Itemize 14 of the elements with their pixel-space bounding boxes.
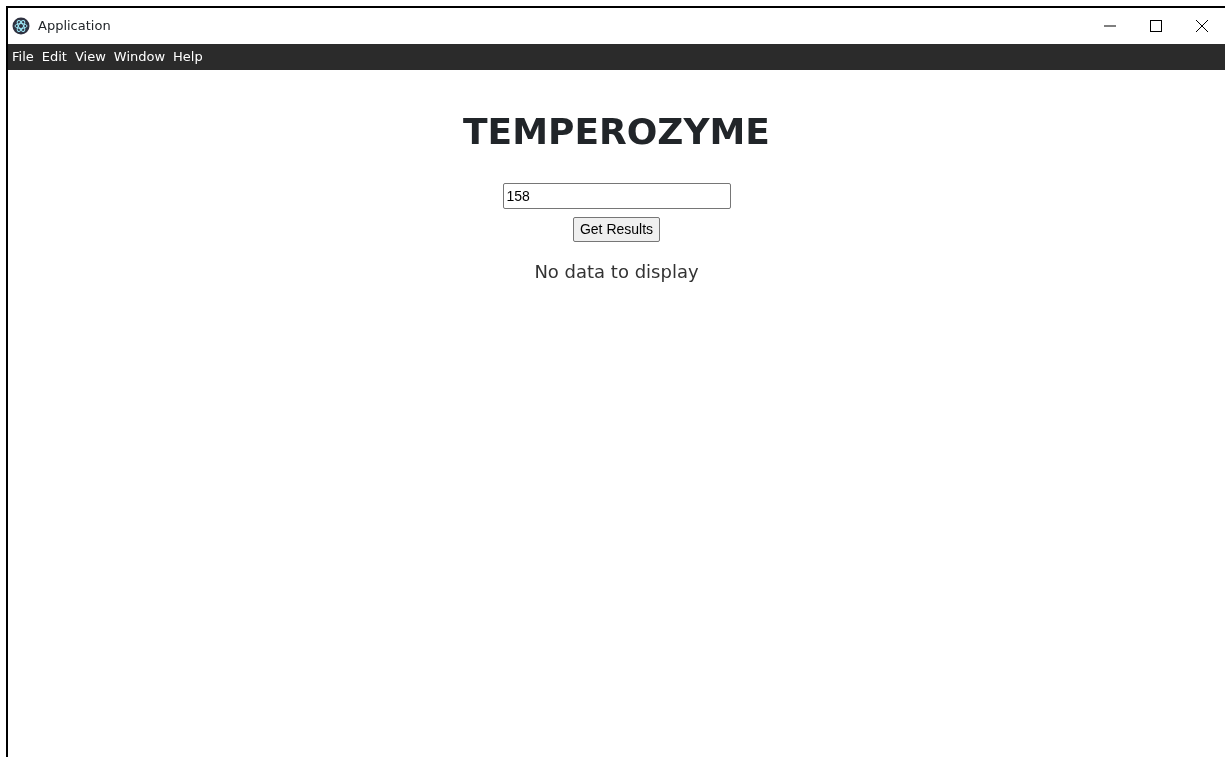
app-icon [12,17,30,35]
menu-item[interactable]: Window [109,44,170,70]
menu-item[interactable]: File [8,44,38,70]
close-icon [1196,20,1208,32]
window-title: Application [38,17,111,36]
maximize-icon [1150,20,1162,32]
menu-item[interactable]: Help [169,44,207,70]
minimize-icon [1104,25,1116,27]
input-field[interactable]: 158 [502,183,731,210]
menu-item[interactable]: Edit [37,44,71,70]
app-heading: TEMPEROZYME [463,110,770,154]
get-results-button[interactable]: Get Results [572,217,661,243]
status-message: No data to display [534,260,699,285]
menu-item[interactable]: View [70,44,110,70]
